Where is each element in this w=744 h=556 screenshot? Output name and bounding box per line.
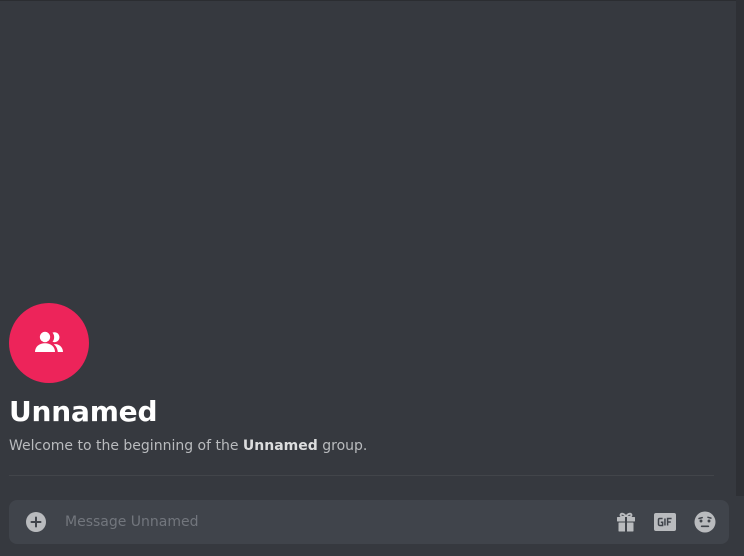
gift-button[interactable] (614, 510, 638, 534)
message-composer (9, 500, 729, 544)
group-avatar (9, 303, 89, 383)
gif-button[interactable] (653, 510, 677, 534)
welcome-section: Unnamed Welcome to the beginning of the … (9, 303, 714, 455)
attach-button[interactable] (25, 511, 47, 533)
welcome-message: Welcome to the beginning of the Unnamed … (9, 437, 714, 455)
welcome-suffix: group. (317, 438, 368, 454)
gift-icon (617, 512, 635, 532)
emoji-icon (694, 511, 716, 533)
group-users-icon (35, 331, 63, 352)
group-title: Unnamed (9, 395, 158, 428)
emoji-button[interactable] (693, 510, 717, 534)
welcome-prefix: Welcome to the beginning of the (9, 438, 243, 454)
scrollbar-track[interactable] (736, 0, 744, 496)
add-circle-icon (26, 512, 46, 532)
welcome-group-name: Unnamed (242, 438, 318, 454)
top-divider (0, 0, 736, 1)
welcome-divider (9, 475, 714, 476)
chat-view: Unnamed Welcome to the beginning of the … (0, 0, 744, 556)
message-input[interactable] (65, 500, 605, 544)
gif-icon (654, 513, 676, 531)
